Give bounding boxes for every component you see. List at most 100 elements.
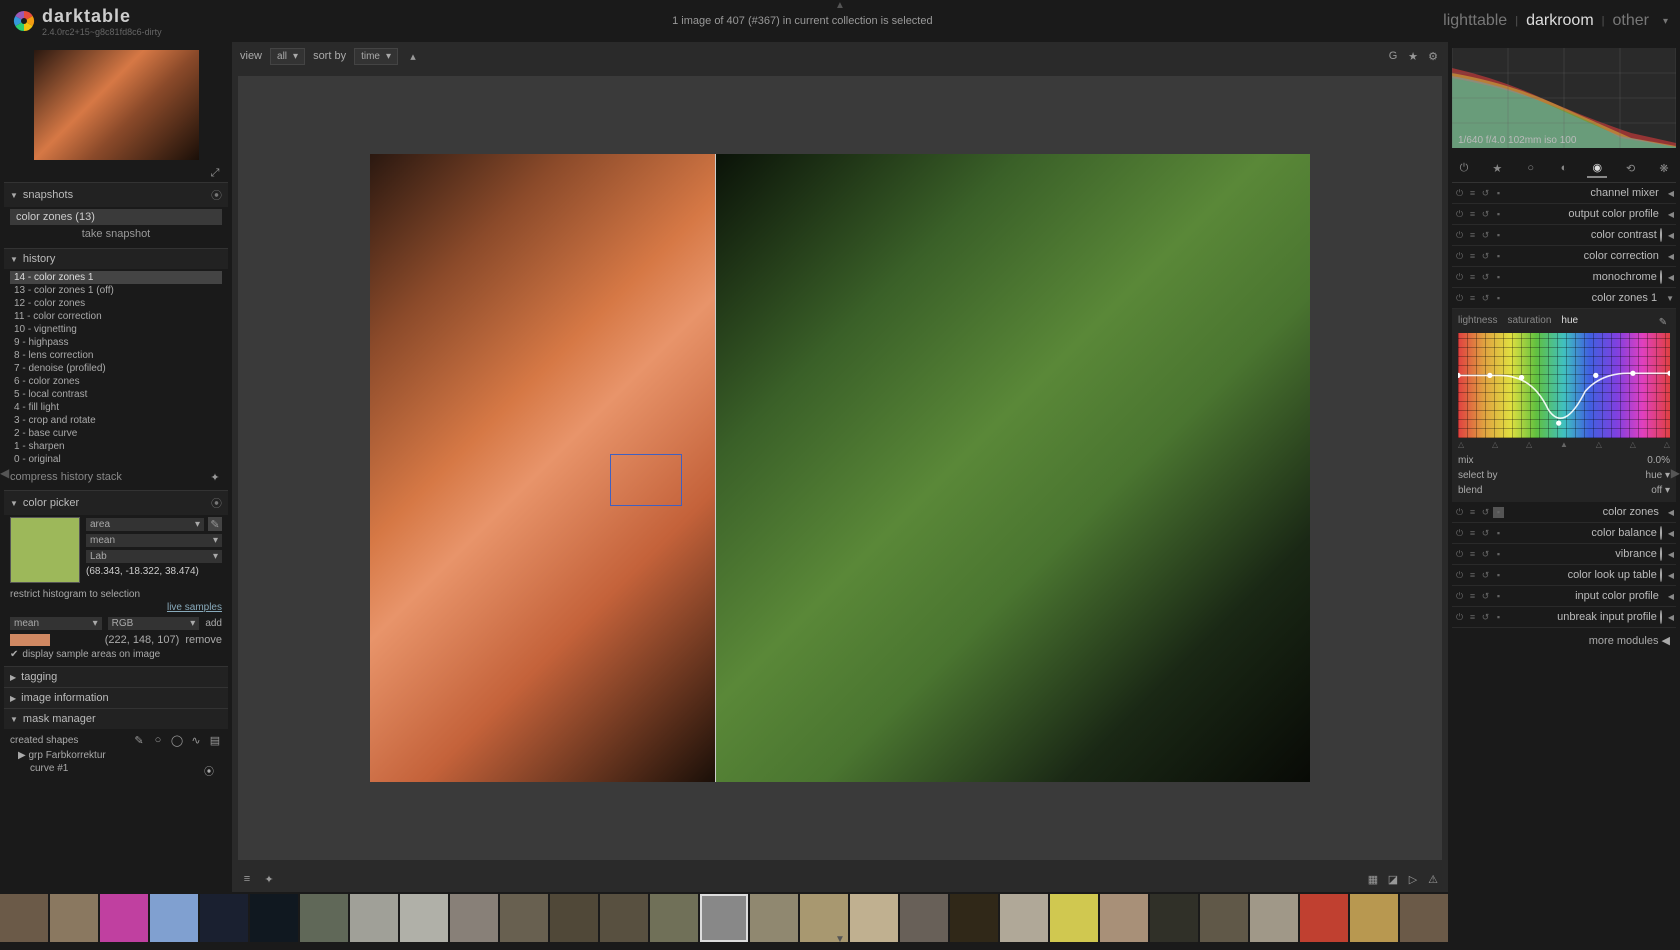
- module-reset-icon[interactable]: ↺: [1480, 272, 1491, 283]
- filmstrip-thumb[interactable]: [900, 894, 948, 942]
- filmstrip-thumb[interactable]: [50, 894, 98, 942]
- filmstrip-thumb[interactable]: [100, 894, 148, 942]
- filmstrip-thumb[interactable]: [1250, 894, 1298, 942]
- mask-curve[interactable]: curve #1⦿: [10, 762, 222, 779]
- history-item[interactable]: 1 - sharpen: [10, 440, 222, 453]
- filmstrip-thumb[interactable]: [1400, 894, 1448, 942]
- cz-tab-hue[interactable]: hue: [1561, 315, 1578, 329]
- filmstrip-thumb[interactable]: [950, 894, 998, 942]
- history-item[interactable]: 11 - color correction: [10, 310, 222, 323]
- module-color-balance[interactable]: ⏻≡↺▪color balance◀: [1452, 523, 1676, 544]
- star-icon[interactable]: ★: [1406, 49, 1420, 63]
- module-tab-effect[interactable]: ❋: [1654, 158, 1674, 178]
- module-reset-icon[interactable]: ↺: [1480, 612, 1491, 623]
- module-preset-icon[interactable]: ▪: [1493, 528, 1504, 539]
- checkbox-checked-icon[interactable]: ✔: [10, 649, 18, 660]
- module-expand-icon[interactable]: ◀: [1668, 189, 1674, 198]
- module-power-icon[interactable]: ⏻: [1454, 272, 1465, 283]
- filmstrip-thumb[interactable]: [250, 894, 298, 942]
- filmstrip-thumb[interactable]: [400, 894, 448, 942]
- filmstrip-thumb[interactable]: [850, 894, 898, 942]
- module-expand-icon[interactable]: ◀: [1668, 210, 1674, 219]
- module-reset-icon[interactable]: ↺: [1480, 528, 1491, 539]
- module-preset-icon[interactable]: ▪: [1493, 612, 1504, 623]
- blend-value[interactable]: off ▾: [1651, 485, 1670, 496]
- path-icon[interactable]: ∿: [189, 733, 203, 747]
- styles-icon[interactable]: ✦: [208, 470, 222, 484]
- eyedropper-icon[interactable]: ✎: [1656, 315, 1670, 329]
- filmstrip-thumb[interactable]: [750, 894, 798, 942]
- filmstrip-thumb[interactable]: [1050, 894, 1098, 942]
- module-preset-icon[interactable]: ▪: [1493, 188, 1504, 199]
- module-power-icon[interactable]: ⏻: [1454, 591, 1465, 602]
- history-item[interactable]: 14 - color zones 1: [10, 271, 222, 284]
- styles-icon[interactable]: ✦: [262, 872, 276, 886]
- overexposed-icon[interactable]: ▷: [1406, 872, 1420, 886]
- filmstrip-thumb[interactable]: [600, 894, 648, 942]
- module-expand-icon[interactable]: ◀: [1668, 592, 1674, 601]
- sort-select[interactable]: time▾: [354, 48, 398, 65]
- module-tab-correct[interactable]: ⟲: [1621, 158, 1641, 178]
- history-item[interactable]: 4 - fill light: [10, 401, 222, 414]
- gear-icon[interactable]: ⦿: [211, 187, 222, 203]
- module-power-icon[interactable]: ⏻: [1454, 230, 1465, 241]
- module-preset-icon[interactable]: ▪: [1493, 591, 1504, 602]
- filmstrip-thumb[interactable]: [1350, 894, 1398, 942]
- module-unbreak-input-profile[interactable]: ⏻≡↺▪unbreak input profile◀: [1452, 607, 1676, 628]
- module-output-color-profile[interactable]: ⏻≡↺▪output color profile◀: [1452, 204, 1676, 225]
- module-input-color-profile[interactable]: ⏻≡↺▪input color profile◀: [1452, 586, 1676, 607]
- history-item[interactable]: 2 - base curve: [10, 427, 222, 440]
- module-multi-icon[interactable]: ≡: [1467, 591, 1478, 602]
- history-item[interactable]: 6 - color zones: [10, 375, 222, 388]
- color-zones-curve[interactable]: [1458, 333, 1670, 438]
- module-monochrome[interactable]: ⏻≡↺▪monochrome◀: [1452, 267, 1676, 288]
- module-expand-icon[interactable]: ◀: [1668, 529, 1674, 538]
- module-power-icon[interactable]: ⏻: [1454, 293, 1465, 304]
- filmstrip-thumb[interactable]: [700, 894, 748, 942]
- view-lighttable[interactable]: lighttable: [1443, 12, 1507, 30]
- filmstrip-thumb[interactable]: [1150, 894, 1198, 942]
- filmstrip-thumb[interactable]: [1100, 894, 1148, 942]
- module-reset-icon[interactable]: ↺: [1480, 230, 1491, 241]
- select-by-value[interactable]: hue ▾: [1646, 470, 1670, 481]
- filmstrip-thumb[interactable]: [350, 894, 398, 942]
- history-item[interactable]: 0 - original: [10, 453, 222, 466]
- filmstrip-thumb[interactable]: [450, 894, 498, 942]
- module-tab-basic[interactable]: ○: [1521, 158, 1541, 178]
- module-expand-icon[interactable]: ◀: [1668, 571, 1674, 580]
- module-reset-icon[interactable]: ↺: [1480, 188, 1491, 199]
- expand-icon[interactable]: ⤢: [208, 166, 222, 180]
- filmstrip-thumb[interactable]: [1200, 894, 1248, 942]
- module-multi-icon[interactable]: ≡: [1467, 230, 1478, 241]
- filmstrip-thumb[interactable]: [150, 894, 198, 942]
- module-reset-icon[interactable]: ↺: [1480, 591, 1491, 602]
- picker-space-select[interactable]: Lab▾: [86, 550, 222, 563]
- module-reset-icon[interactable]: ↺: [1480, 293, 1491, 304]
- gamut-icon[interactable]: ◪: [1386, 872, 1400, 886]
- module-vibrance[interactable]: ⏻≡↺▪vibrance◀: [1452, 544, 1676, 565]
- histogram[interactable]: 1/640 f/4.0 102mm iso 100: [1452, 48, 1676, 148]
- module-tab-star[interactable]: ★: [1487, 158, 1507, 178]
- module-reset-icon[interactable]: ↺: [1480, 209, 1491, 220]
- group-icon[interactable]: G: [1386, 49, 1400, 63]
- module-power-icon[interactable]: ⏻: [1454, 209, 1465, 220]
- picker-stat-select[interactable]: mean▾: [86, 534, 222, 547]
- module-tab-power[interactable]: ⏻: [1454, 158, 1474, 178]
- module-power-icon[interactable]: ⏻: [1454, 570, 1465, 581]
- filmstrip-thumb[interactable]: [200, 894, 248, 942]
- filmstrip-thumb[interactable]: [550, 894, 598, 942]
- module-reset-icon[interactable]: ↺: [1480, 549, 1491, 560]
- module-expand-icon[interactable]: ▼: [1666, 294, 1674, 303]
- module-expand-icon[interactable]: ◀: [1668, 508, 1674, 517]
- module-power-icon[interactable]: ⏻: [1454, 507, 1465, 518]
- softproof-icon[interactable]: ▦: [1366, 872, 1380, 886]
- module-color-look-up-table[interactable]: ⏻≡↺▪color look up table◀: [1452, 565, 1676, 586]
- circle-icon[interactable]: ○: [151, 733, 165, 747]
- live-samples-link[interactable]: live samples: [10, 602, 222, 613]
- gear-icon[interactable]: ⚙: [1426, 49, 1440, 63]
- filmstrip-thumb[interactable]: [1000, 894, 1048, 942]
- module-reset-icon[interactable]: ↺: [1480, 507, 1491, 518]
- warning-icon[interactable]: ⚠: [1426, 872, 1440, 886]
- module-preset-icon[interactable]: ▪: [1493, 507, 1504, 518]
- tagging-header[interactable]: ▶ tagging: [4, 666, 228, 687]
